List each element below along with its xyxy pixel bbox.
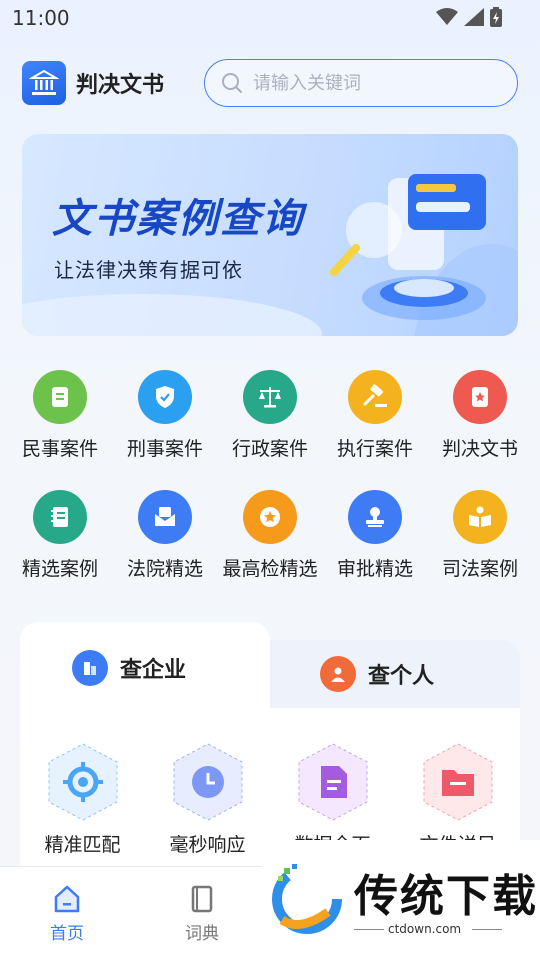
category-label: 执行案件	[336, 438, 413, 460]
document-icon	[33, 370, 87, 424]
scales-icon	[243, 370, 297, 424]
banner-title: 文书案例查询	[52, 196, 304, 242]
category-grid: 民事案件 刑事案件 行政案件 执行案件 判决文书 精选案例 法院精选 最高检精选…	[8, 370, 532, 610]
tab-label: 查个人	[368, 664, 435, 689]
app-logo	[22, 61, 66, 105]
category-enforcement-case[interactable]: 执行案件	[323, 370, 427, 490]
category-label: 判决文书	[441, 438, 518, 460]
home-icon	[54, 885, 80, 913]
watermark-divider	[354, 929, 384, 930]
search-icon	[222, 73, 242, 93]
clock-icon	[173, 743, 242, 821]
nav-label: 首页	[50, 924, 84, 944]
category-label: 刑事案件	[126, 438, 203, 460]
stamp-icon	[348, 490, 402, 544]
category-label: 精选案例	[21, 558, 98, 580]
watermark-divider	[472, 929, 502, 930]
magnifier-document-illustration	[330, 174, 486, 320]
person-icon	[320, 656, 356, 692]
open-book-icon	[453, 490, 507, 544]
status-time: 11:00	[12, 6, 70, 30]
target-icon	[48, 743, 117, 821]
tab-person-label[interactable]: 查个人	[320, 656, 434, 692]
category-label: 法院精选	[126, 558, 203, 580]
feature-precise-match: 精准匹配	[28, 742, 138, 857]
folder-icon	[423, 743, 492, 821]
status-icons	[436, 7, 502, 27]
category-civil-case[interactable]: 民事案件	[8, 370, 112, 490]
category-court-selection[interactable]: 法院精选	[113, 490, 217, 610]
watermark-url: ctdown.com	[388, 922, 462, 936]
category-judgment-document[interactable]: 判决文书	[428, 370, 532, 490]
category-label: 审批精选	[336, 558, 413, 580]
watermark: 传统下载 ctdown.com	[262, 840, 540, 960]
category-judicial-cases[interactable]: 司法案例	[428, 490, 532, 610]
building-icon	[72, 650, 108, 686]
star-card-icon	[453, 370, 507, 424]
shield-check-icon	[138, 370, 192, 424]
category-administrative-case[interactable]: 行政案件	[218, 370, 322, 490]
category-criminal-case[interactable]: 刑事案件	[113, 370, 217, 490]
nav-label: 词典	[185, 924, 219, 944]
category-label: 民事案件	[21, 438, 98, 460]
tab-label: 查企业	[120, 658, 187, 683]
feature-label: 精准匹配	[44, 834, 121, 856]
watermark-text: 传统下载	[354, 871, 538, 922]
envelope-icon	[138, 490, 192, 544]
notebook-icon	[33, 490, 87, 544]
gavel-icon	[348, 370, 402, 424]
star-badge-icon	[243, 490, 297, 544]
signal-icon	[464, 8, 484, 26]
category-label: 行政案件	[231, 438, 308, 460]
category-label: 最高检精选	[222, 558, 318, 580]
status-bar: 11:00	[0, 0, 540, 38]
category-approval-selection[interactable]: 审批精选	[323, 490, 427, 610]
category-procuratorate-selection[interactable]: 最高检精选	[218, 490, 322, 610]
courthouse-icon	[29, 69, 59, 95]
feature-label: 毫秒响应	[169, 834, 246, 856]
battery-icon	[490, 7, 502, 27]
watermark-logo	[272, 864, 342, 934]
banner-subtitle: 让法律决策有据可依	[54, 258, 243, 282]
wifi-icon	[436, 8, 458, 25]
category-row: 民事案件 刑事案件 行政案件 执行案件 判决文书	[8, 370, 532, 490]
category-selected-cases[interactable]: 精选案例	[8, 490, 112, 610]
tab-enterprise-label[interactable]: 查企业	[72, 650, 186, 686]
header: 判决文书	[22, 58, 518, 108]
nav-dictionary[interactable]: 词典	[172, 883, 232, 944]
search-box[interactable]	[204, 59, 518, 107]
app-title: 判决文书	[76, 73, 165, 98]
dictionary-icon	[191, 885, 213, 913]
category-row: 精选案例 法院精选 最高检精选 审批精选 司法案例	[8, 490, 532, 610]
search-input[interactable]	[253, 72, 513, 94]
feature-millisecond-response: 毫秒响应	[153, 742, 263, 857]
file-icon	[298, 743, 367, 821]
category-label: 司法案例	[441, 558, 518, 580]
nav-home[interactable]: 首页	[37, 883, 97, 944]
banner[interactable]: 文书案例查询 让法律决策有据可依	[22, 134, 518, 336]
